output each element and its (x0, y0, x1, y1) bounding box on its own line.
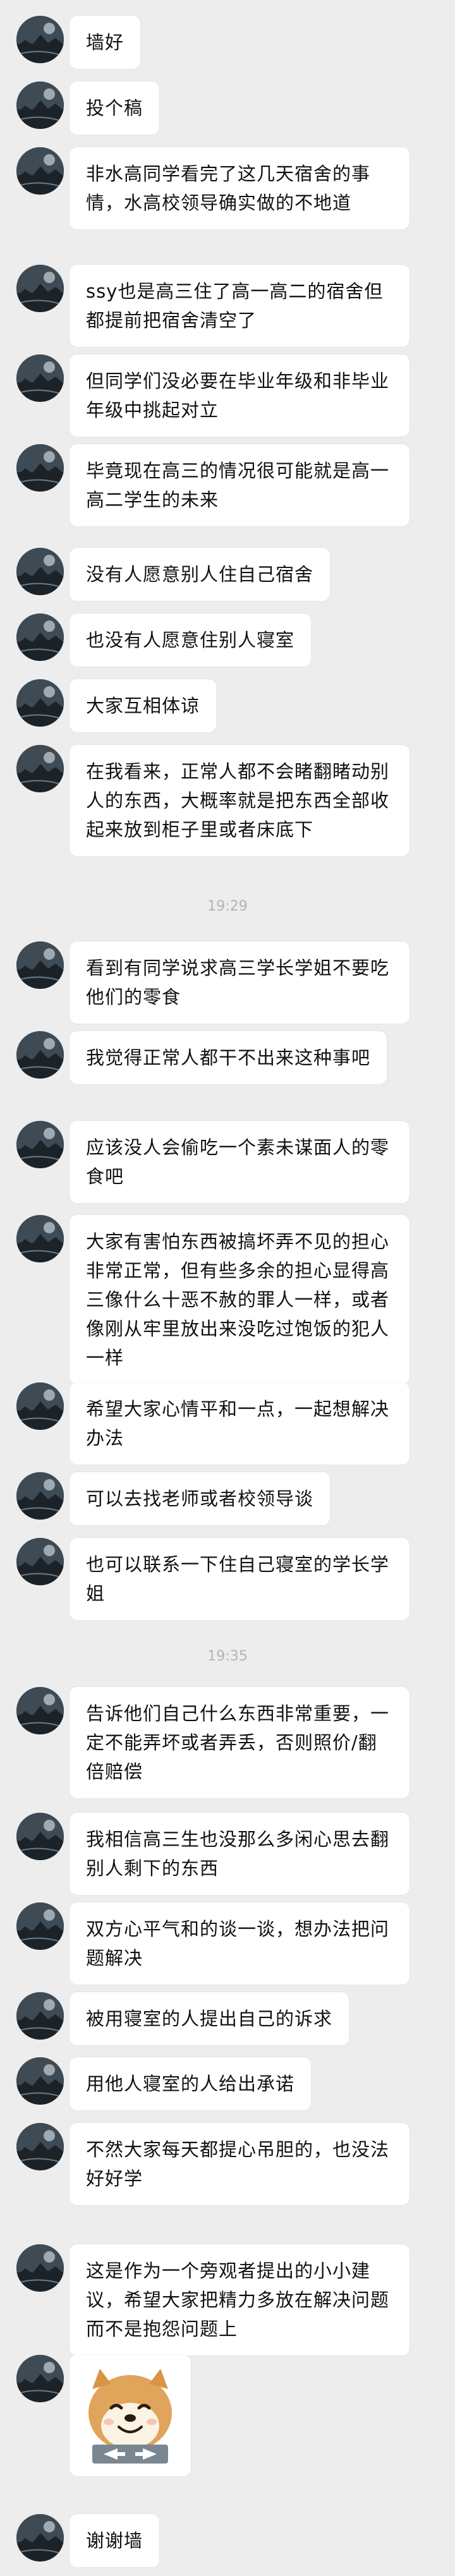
message-bubble[interactable]: 这是作为一个旁观者提出的小小建议，希望大家把精力多放在解决问题而不是抱怨问题上 (70, 2244, 410, 2355)
message-bubble[interactable]: 大家互相体谅 (70, 679, 217, 732)
message-bubble[interactable]: 应该没人会偷吃一个素未谋面人的零食吧 (70, 1121, 410, 1203)
message-bubble[interactable]: 看到有同学说求高三学长学姐不要吃他们的零食 (70, 941, 410, 1024)
shiba-dog-thumbs-sticker (78, 2364, 182, 2467)
message-bubble[interactable]: 告诉他们自己什么东西非常重要，一定不能弄坏或者弄丢，否则照价/翻倍赔偿 (70, 1687, 410, 1798)
message-bubble[interactable]: 谢谢墙 (70, 2514, 160, 2567)
avatar[interactable] (16, 679, 64, 727)
message-bubble[interactable]: 希望大家心情平和一点，一起想解决办法 (70, 1382, 410, 1465)
message-bubble[interactable]: 毕竟现在高三的情况很可能就是高一高二学生的未来 (70, 444, 410, 526)
avatar[interactable] (16, 16, 64, 63)
message-bubble[interactable]: 被用寝室的人提出自己的诉求 (70, 1992, 349, 2045)
avatar[interactable] (16, 1902, 64, 1950)
avatar[interactable] (16, 1382, 64, 1430)
avatar[interactable] (16, 1813, 64, 1860)
avatar[interactable] (16, 1687, 64, 1734)
timestamp: 19:35 (207, 1648, 248, 1664)
message-bubble[interactable]: 没有人愿意别人住自己宿舍 (70, 548, 331, 601)
avatar[interactable] (16, 2123, 64, 2170)
message-bubble[interactable]: 也没有人愿意住别人寝室 (70, 614, 312, 667)
chat-view: 墙好 投个稿 非水高同学看完了这几天宿舍的事情，水高校领导确实做的不地道 ssy… (0, 0, 455, 2576)
message-bubble[interactable]: 不然大家每天都提心吊胆的，也没法好好学 (70, 2123, 410, 2205)
message-bubble[interactable]: 我觉得正常人都干不出来这种事吧 (70, 1031, 387, 1084)
sticker-message[interactable] (70, 2355, 191, 2476)
avatar[interactable] (16, 2514, 64, 2561)
avatar[interactable] (16, 444, 64, 492)
avatar[interactable] (16, 354, 64, 402)
message-bubble[interactable]: 在我看来，正常人都不会睹翻睹动别人的东西，大概率就是把东西全部收起来放到柜子里或… (70, 745, 410, 856)
avatar[interactable] (16, 2244, 64, 2292)
message-bubble[interactable]: 可以去找老师或者校领导谈 (70, 1472, 331, 1525)
avatar[interactable] (16, 1031, 64, 1079)
avatar[interactable] (16, 2057, 64, 2105)
avatar[interactable] (16, 1538, 64, 1585)
message-bubble[interactable]: 双方心平气和的谈一谈，想办法把问题解决 (70, 1902, 410, 1985)
message-bubble[interactable]: 我相信高三生也没那么多闲心思去翻别人剩下的东西 (70, 1813, 410, 1895)
timestamp: 19:29 (207, 898, 248, 914)
message-bubble[interactable]: 用他人寝室的人给出承诺 (70, 2057, 312, 2110)
avatar[interactable] (16, 2355, 64, 2402)
message-bubble[interactable]: 大家有害怕东西被搞坏弄不见的担心非常正常，但有些多余的担心显得高三像什么十恶不赦… (70, 1215, 410, 1384)
message-bubble[interactable]: 也可以联系一下住自己寝室的学长学姐 (70, 1538, 410, 1620)
avatar[interactable] (16, 1215, 64, 1262)
message-bubble[interactable]: 墙好 (70, 16, 141, 69)
avatar[interactable] (16, 614, 64, 661)
message-bubble[interactable]: 非水高同学看完了这几天宿舍的事情，水高校领导确实做的不地道 (70, 147, 410, 229)
avatar[interactable] (16, 1472, 64, 1520)
message-bubble[interactable]: 投个稿 (70, 82, 160, 135)
avatar[interactable] (16, 1121, 64, 1168)
avatar[interactable] (16, 745, 64, 792)
avatar[interactable] (16, 147, 64, 195)
avatar[interactable] (16, 1992, 64, 2040)
avatar[interactable] (16, 548, 64, 595)
avatar[interactable] (16, 82, 64, 129)
avatar[interactable] (16, 265, 64, 312)
avatar[interactable] (16, 941, 64, 989)
message-bubble[interactable]: 但同学们没必要在毕业年级和非毕业年级中挑起对立 (70, 354, 410, 437)
message-bubble[interactable]: ssy也是高三住了高一高二的宿舍但都提前把宿舍清空了 (70, 265, 410, 347)
